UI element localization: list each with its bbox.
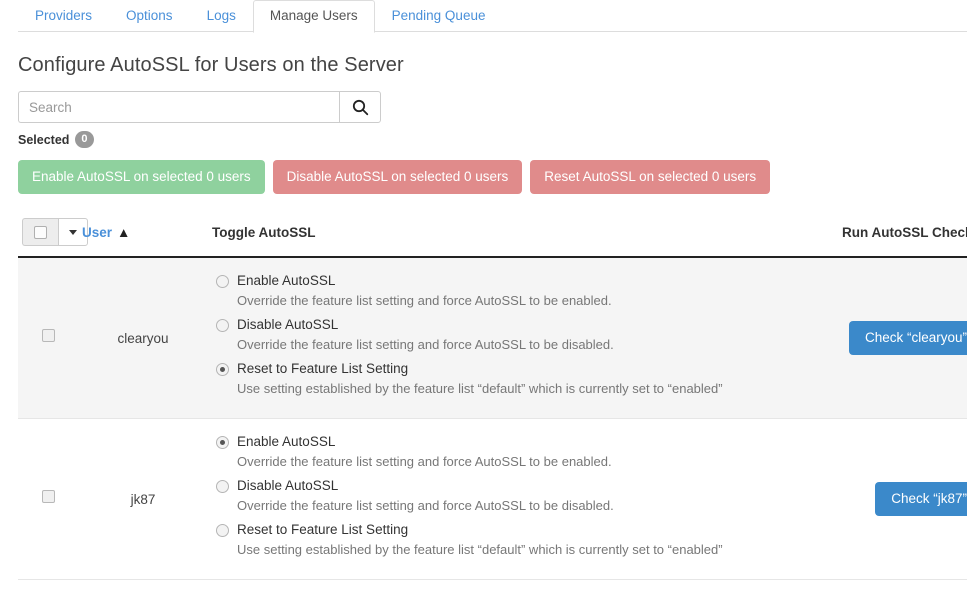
page-title: Configure AutoSSL for Users on the Serve… (18, 54, 949, 77)
option-label: Reset to Feature List Setting (237, 521, 408, 539)
option-reset-feature-list[interactable]: Reset to Feature List Setting (216, 360, 834, 378)
tab-pending-queue[interactable]: Pending Queue (375, 0, 503, 32)
option-description: Override the feature list setting and fo… (237, 453, 834, 471)
table-row: jk87 Enable AutoSSL Override the feature… (18, 419, 967, 580)
column-header-user-label: User (82, 225, 112, 240)
row-checkbox[interactable] (42, 490, 55, 503)
chevron-down-icon (69, 230, 77, 235)
option-description: Override the feature list setting and fo… (237, 497, 834, 515)
column-header-toggle-autossl: Toggle AutoSSL (208, 212, 838, 257)
tab-providers[interactable]: Providers (18, 0, 109, 32)
radio-reset-feature-list-icon[interactable] (216, 524, 229, 537)
row-run-check-cell: Check “clearyou” (838, 257, 967, 419)
reset-autossl-selected-button[interactable]: Reset AutoSSL on selected 0 users (530, 160, 770, 194)
row-username: clearyou (78, 257, 208, 419)
sort-by-user-link[interactable]: User (82, 225, 112, 240)
search-input[interactable] (18, 91, 339, 123)
column-header-run-autossl-check: Run AutoSSL Check (838, 212, 967, 257)
run-autossl-check-button[interactable]: Check “clearyou” (849, 321, 967, 355)
column-header-user: User ▲ (78, 212, 208, 257)
option-label: Reset to Feature List Setting (237, 360, 408, 378)
option-description: Override the feature list setting and fo… (237, 336, 834, 354)
row-username: jk87 (78, 419, 208, 580)
tab-bar: Providers Options Logs Manage Users Pend… (0, 0, 967, 32)
radio-disable-autossl-icon[interactable] (216, 319, 229, 332)
search-icon (352, 99, 369, 116)
autossl-option-group: Enable AutoSSL Override the feature list… (212, 272, 834, 398)
row-run-check-cell: Check “jk87” (838, 419, 967, 580)
run-autossl-check-button[interactable]: Check “jk87” (875, 482, 967, 516)
row-toggle-options: Enable AutoSSL Override the feature list… (208, 419, 838, 580)
option-label: Enable AutoSSL (237, 272, 335, 290)
sort-ascending-icon: ▲ (117, 225, 130, 240)
select-all-cell (18, 212, 78, 257)
table-header-row: User ▲ Toggle AutoSSL Run AutoSSL Check (18, 212, 967, 257)
row-select-cell (18, 257, 78, 419)
search-group (18, 91, 381, 123)
radio-reset-feature-list-icon[interactable] (216, 363, 229, 376)
select-all-group (22, 218, 88, 246)
selected-count-badge: 0 (75, 131, 93, 148)
radio-enable-autossl-icon[interactable] (216, 275, 229, 288)
option-disable-autossl[interactable]: Disable AutoSSL (216, 316, 834, 334)
option-disable-autossl[interactable]: Disable AutoSSL (216, 477, 834, 495)
users-table: User ▲ Toggle AutoSSL Run AutoSSL Check c… (18, 212, 967, 580)
selected-label: Selected (18, 133, 69, 147)
tab-options[interactable]: Options (109, 0, 190, 32)
search-button[interactable] (339, 91, 381, 123)
page-body: Configure AutoSSL for Users on the Serve… (0, 54, 967, 580)
selected-count-row: Selected 0 (18, 131, 949, 148)
checkbox-icon (34, 226, 47, 239)
radio-enable-autossl-icon[interactable] (216, 436, 229, 449)
tab-manage-users[interactable]: Manage Users (253, 0, 375, 33)
option-description: Use setting established by the feature l… (237, 380, 834, 398)
option-description: Override the feature list setting and fo… (237, 292, 834, 310)
select-all-checkbox-button[interactable] (22, 218, 58, 246)
enable-autossl-selected-button[interactable]: Enable AutoSSL on selected 0 users (18, 160, 265, 194)
row-checkbox[interactable] (42, 329, 55, 342)
autossl-option-group: Enable AutoSSL Override the feature list… (212, 433, 834, 559)
option-enable-autossl[interactable]: Enable AutoSSL (216, 272, 834, 290)
table-body: clearyou Enable AutoSSL Override the fea… (18, 257, 967, 580)
option-label: Disable AutoSSL (237, 316, 338, 334)
option-enable-autossl[interactable]: Enable AutoSSL (216, 433, 834, 451)
row-select-cell (18, 419, 78, 580)
disable-autossl-selected-button[interactable]: Disable AutoSSL on selected 0 users (273, 160, 523, 194)
bulk-action-row: Enable AutoSSL on selected 0 users Disab… (18, 160, 949, 194)
option-description: Use setting established by the feature l… (237, 541, 834, 559)
row-toggle-options: Enable AutoSSL Override the feature list… (208, 257, 838, 419)
radio-disable-autossl-icon[interactable] (216, 480, 229, 493)
option-reset-feature-list[interactable]: Reset to Feature List Setting (216, 521, 834, 539)
table-row: clearyou Enable AutoSSL Override the fea… (18, 257, 967, 419)
option-label: Disable AutoSSL (237, 477, 338, 495)
tab-logs[interactable]: Logs (190, 0, 253, 32)
table-header: User ▲ Toggle AutoSSL Run AutoSSL Check (18, 212, 967, 257)
option-label: Enable AutoSSL (237, 433, 335, 451)
